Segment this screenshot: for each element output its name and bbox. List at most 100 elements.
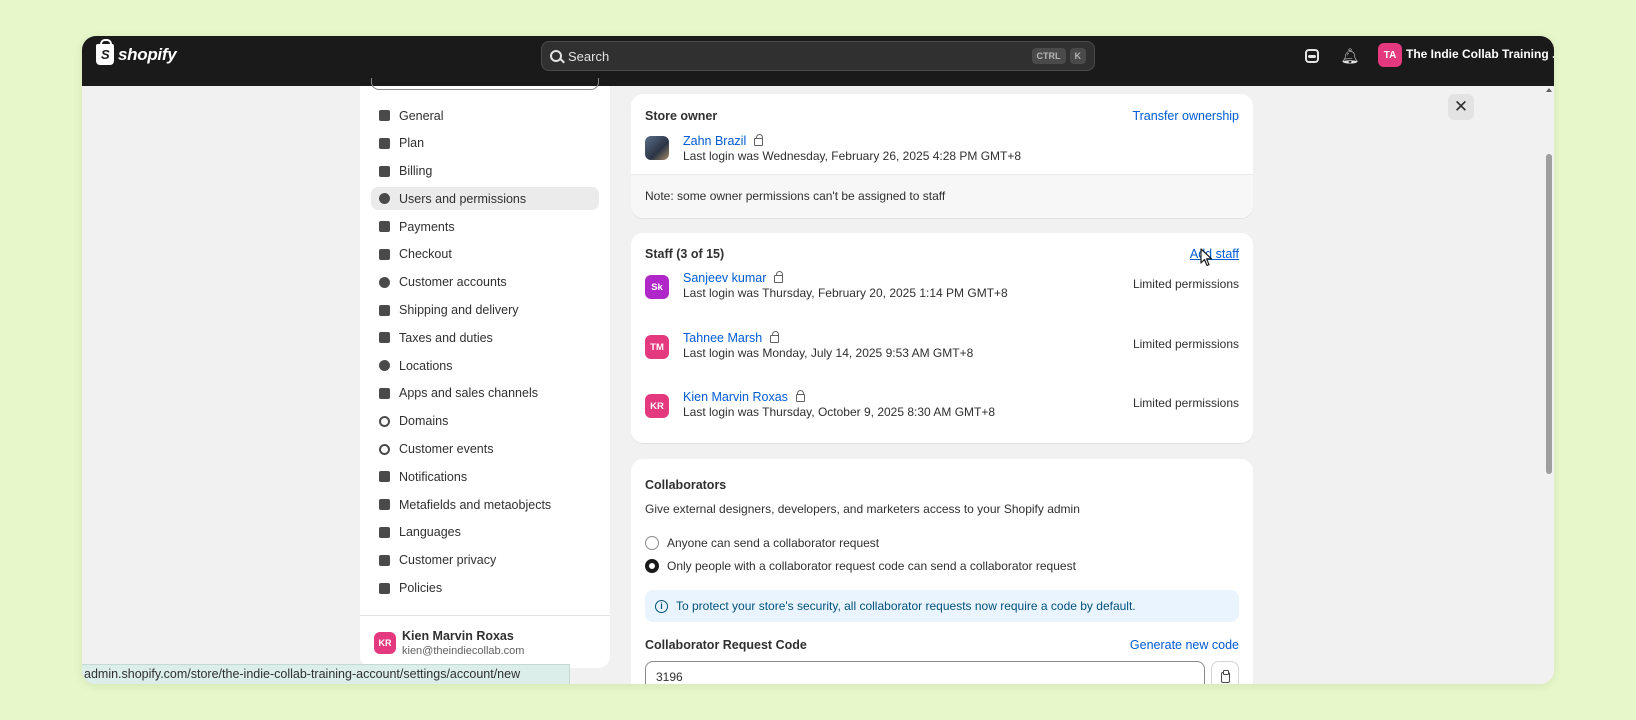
staff-row: TM Tahnee Marsh Last login was Monday, Jul… xyxy=(645,327,1239,367)
staff-permissions: Limited permissions xyxy=(1132,277,1239,291)
staff-name-link[interactable]: Sanjeev kumar xyxy=(683,271,766,285)
sidebar-item-shipping-and-delivery[interactable]: Shipping and delivery xyxy=(371,299,599,322)
kbd-k: K xyxy=(1069,48,1086,64)
sidebar-item-label: Languages xyxy=(399,525,461,540)
search-placeholder: Search xyxy=(568,48,610,64)
staff-avatar: Sk xyxy=(645,275,669,299)
request-code-field[interactable]: 3196 xyxy=(645,661,1205,684)
sidebar-item-policies[interactable]: Policies xyxy=(371,577,599,600)
sidebar-item-taxes-and-duties[interactable]: Taxes and duties xyxy=(371,326,599,349)
sidebar-search-input[interactable] xyxy=(371,78,599,90)
code-label: Collaborator Request Code xyxy=(645,638,807,652)
scroll-thumb[interactable] xyxy=(1546,154,1552,474)
sidebar-item-label: Payments xyxy=(399,219,455,234)
staff-name-row: Sanjeev kumar xyxy=(683,269,784,287)
staff-card: Staff (3 of 15) Add staff Sk Sanjeev kuma… xyxy=(631,233,1253,443)
radio-anyone-row[interactable]: Anyone can send a collaborator request xyxy=(645,536,879,550)
staff-avatar: TM xyxy=(645,335,669,359)
staff-row: Sk Sanjeev kumar Last login was Thursday, … xyxy=(645,267,1239,307)
sidebar-item-label: Customer privacy xyxy=(399,553,497,568)
sidekick-button[interactable] xyxy=(1303,47,1321,65)
current-user[interactable]: KR Kien Marvin Roxas kien@theindiecollab… xyxy=(374,629,524,657)
collaborators-title: Collaborators xyxy=(645,478,727,492)
cart-icon xyxy=(377,247,391,261)
logo-text: shopify xyxy=(118,44,177,64)
copy-code-button[interactable] xyxy=(1211,661,1239,684)
security-banner-text: To protect your store's security, all co… xyxy=(676,599,1136,613)
sidebar-item-checkout[interactable]: Checkout xyxy=(371,243,599,266)
search-icon xyxy=(550,50,562,62)
sidebar-item-label: Apps and sales channels xyxy=(399,386,538,401)
sidebar-item-billing[interactable]: Billing xyxy=(371,160,599,183)
staff-row: KR Kien Marvin Roxas Last login was Thursd… xyxy=(645,386,1239,426)
radio-code-row[interactable]: Only people with a collaborator request … xyxy=(645,559,1076,573)
store-avatar[interactable]: TA xyxy=(1378,43,1402,67)
staff-last-login: Last login was Thursday, October 9, 2025… xyxy=(683,405,996,419)
person-icon xyxy=(377,275,391,289)
transfer-ownership-link[interactable]: Transfer ownership xyxy=(1132,109,1239,123)
sidebar-item-domains[interactable]: Domains xyxy=(371,410,599,433)
money-bag-icon xyxy=(377,331,391,345)
sidebar-item-apps-and-sales-channels[interactable]: Apps and sales channels xyxy=(371,382,599,405)
radio-anyone[interactable] xyxy=(645,536,659,550)
sidebar-item-users-and-permissions[interactable]: Users and permissions xyxy=(371,187,599,211)
mouse-cursor-icon xyxy=(1200,248,1213,267)
sidebar-item-languages[interactable]: Languages xyxy=(371,521,599,544)
owner-name-link[interactable]: Zahn Brazil xyxy=(683,134,746,148)
sidebar-item-general[interactable]: General xyxy=(371,104,599,127)
sidebar-item-metafields-and-metaobjects[interactable]: Metafields and metaobjects xyxy=(371,493,599,516)
globe-icon xyxy=(377,414,391,428)
staff-permissions: Limited permissions xyxy=(1132,337,1239,351)
staff-name-row: Kien Marvin Roxas xyxy=(683,388,805,406)
search-input[interactable]: Search CTRL K xyxy=(541,41,1095,71)
sidebar-item-payments[interactable]: Payments xyxy=(371,215,599,238)
sidebar-item-customer-events[interactable]: Customer events xyxy=(371,438,599,461)
policy-icon xyxy=(377,581,391,595)
lock-icon xyxy=(774,271,784,283)
info-icon: i xyxy=(655,599,668,613)
user-email: kien@theindiecollab.com xyxy=(402,645,525,657)
sidekick-icon xyxy=(1305,49,1319,63)
sidebar-item-label: Policies xyxy=(399,581,443,596)
sidebar-divider xyxy=(360,615,610,616)
radio-code[interactable] xyxy=(645,559,659,573)
collaborators-card: Collaborators Give external designers, d… xyxy=(631,459,1253,684)
sidebar-item-plan[interactable]: Plan xyxy=(371,132,599,155)
bell-icon: 🔔︎ xyxy=(1340,48,1360,65)
collaborators-description: Give external designers, developers, and… xyxy=(645,502,1080,516)
sidebar-item-label: Users and permissions xyxy=(399,191,527,206)
close-button[interactable]: ✕ xyxy=(1448,94,1474,120)
store-icon xyxy=(377,109,391,123)
staff-name-link[interactable]: Tahnee Marsh xyxy=(683,331,762,345)
store-owner-card: Store owner Transfer ownership Zahn Braz… xyxy=(631,94,1253,218)
add-staff-link[interactable]: Add staff xyxy=(1190,247,1239,261)
sidebar-item-label: Checkout xyxy=(399,247,452,262)
location-pin-icon xyxy=(377,359,391,373)
store-name[interactable]: The Indie Collab Training ... xyxy=(1406,47,1554,61)
scroll-up-arrow-icon[interactable] xyxy=(1546,88,1552,92)
sidebar-item-label: Billing xyxy=(399,164,433,179)
generate-code-link[interactable]: Generate new code xyxy=(1130,638,1239,652)
shopify-logo[interactable]: shopify xyxy=(96,39,177,65)
owner-last-login: Last login was Wednesday, February 26, 2… xyxy=(683,149,1022,163)
owner-name-row: Zahn Brazil xyxy=(683,132,764,150)
sidebar-item-notifications[interactable]: Notifications xyxy=(371,465,599,488)
staff-avatar: KR xyxy=(645,394,669,418)
scrollbar[interactable] xyxy=(1544,86,1554,684)
sidebar-item-customer-privacy[interactable]: Customer privacy xyxy=(371,549,599,572)
metafields-icon xyxy=(377,498,391,512)
sidebar-item-label: Plan xyxy=(399,136,425,151)
sidebar-item-label: Customer events xyxy=(399,442,494,457)
staff-last-login: Last login was Monday, July 14, 2025 9:5… xyxy=(683,346,974,360)
app-window: shopify Search CTRL K 🔔︎ TA The Indie Co… xyxy=(82,36,1554,684)
sidebar-item-label: Notifications xyxy=(399,469,468,484)
apps-icon xyxy=(377,386,391,400)
payments-icon xyxy=(377,220,391,234)
staff-name-link[interactable]: Kien Marvin Roxas xyxy=(683,390,788,404)
sidebar-item-locations[interactable]: Locations xyxy=(371,354,599,377)
clipboard-icon xyxy=(1220,669,1230,683)
cursor-click-icon xyxy=(377,442,391,456)
shopify-bag-icon xyxy=(96,39,114,65)
sidebar-item-customer-accounts[interactable]: Customer accounts xyxy=(371,271,599,294)
notifications-button[interactable]: 🔔︎ xyxy=(1340,47,1360,65)
